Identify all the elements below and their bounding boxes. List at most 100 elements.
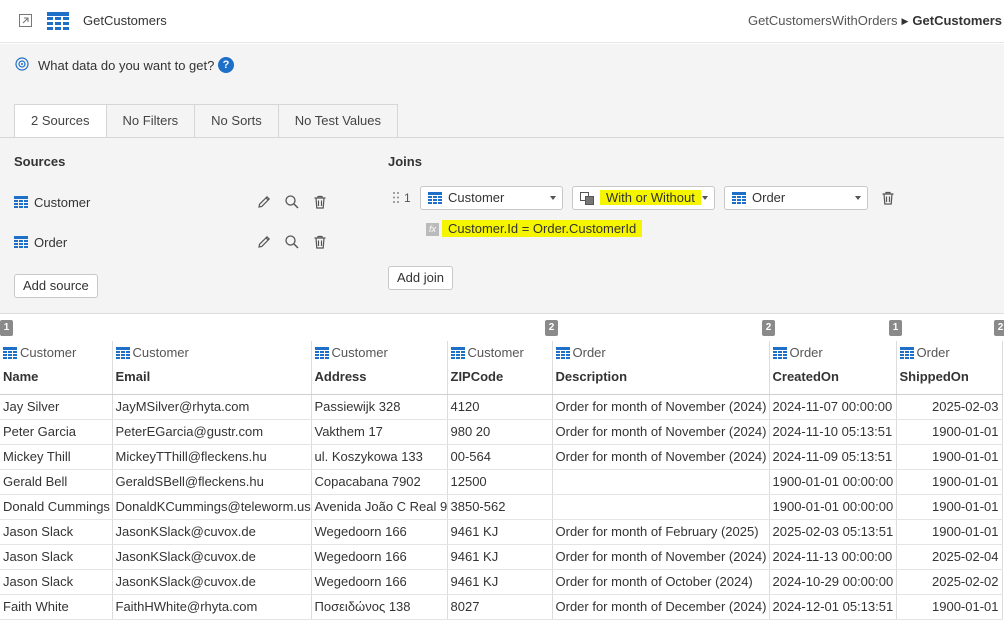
search-icon[interactable]: [284, 194, 300, 210]
delete-icon[interactable]: [312, 194, 328, 210]
add-join-button[interactable]: Add join: [388, 266, 453, 290]
table-cell-zipcode: 9461 KJ: [447, 519, 553, 545]
table-cell-description: Order for month of February (2025): [552, 519, 770, 545]
column-source-label: Customer: [331, 345, 388, 360]
edit-icon[interactable]: [256, 234, 272, 250]
column-field-label: Description: [555, 369, 628, 384]
table-cell-description: Order for month of November (2024): [552, 444, 770, 470]
table-cell-shippedon: 2025-02-04: [896, 544, 1003, 570]
table-cell-zipcode: 9461 KJ: [447, 544, 553, 570]
column-field-label: Name: [3, 369, 39, 384]
tab-sorts[interactable]: No Sorts: [195, 104, 279, 138]
tab-test-values[interactable]: No Test Values: [278, 104, 398, 138]
table-cell-zipcode: 980 20: [447, 419, 553, 445]
table-row[interactable]: Jay Silver JayMSilver@rhyta.com Passiewijk…: [0, 394, 1003, 420]
source-count-badge: 1: [0, 320, 13, 336]
table-icon: [772, 347, 787, 359]
column-field-label: ZIPCode: [450, 369, 504, 384]
table-cell-description: Order for month of November (2024): [552, 394, 770, 420]
chevron-down-icon: [855, 196, 861, 200]
table-cell-name: Jason Slack: [0, 544, 113, 570]
table-cell-email: MickeyTThill@fleckens.hu: [112, 444, 312, 470]
column-field-label: ShippedOn: [899, 369, 969, 384]
tab-filters[interactable]: No Filters: [106, 104, 196, 138]
table-cell-createdon: 2024-11-09 05:13:51: [769, 444, 897, 470]
add-source-button[interactable]: Add source: [14, 274, 98, 298]
join-condition[interactable]: Customer.Id = Order.CustomerId: [442, 220, 643, 237]
table-row[interactable]: Jason Slack JasonKSlack@cuvox.de Wegedoorn…: [0, 569, 1003, 595]
top-bar: GetCustomers GetCustomersWithOrders ▶ GetC…: [0, 0, 1004, 43]
table-cell-name: Jay Silver: [0, 394, 113, 420]
column-source-label: Customer: [132, 345, 189, 360]
breadcrumb-current: GetCustomers: [912, 13, 1002, 28]
table-row[interactable]: Peter Garcia PeterEGarcia@gustr.com Vakthe…: [0, 419, 1003, 445]
table-cell-address: Avenida João C Real 96: [311, 494, 448, 520]
help-icon[interactable]: ?: [218, 57, 234, 73]
table-cell-createdon: 2024-11-07 00:00:00: [769, 394, 897, 420]
tab-sources[interactable]: 2 Sources: [14, 104, 107, 138]
column-field-label: Email: [115, 369, 151, 384]
table-cell-createdon: 1900-01-01 00:00:00: [769, 469, 897, 495]
column-source: Customer: [314, 345, 444, 360]
table-icon: [14, 196, 28, 208]
column-source: Order: [899, 345, 999, 360]
table-cell-shippedon: 1900-01-01: [896, 444, 1003, 470]
table-cell-shippedon: 1900-01-01: [896, 469, 1003, 495]
source-count-badge: 2: [762, 320, 775, 336]
table-cell-email: JasonKSlack@cuvox.de: [112, 569, 312, 595]
table-row[interactable]: Faith White FaithHWhite@rhyta.com Ποσειδών…: [0, 594, 1003, 620]
source-count-badge: 2: [994, 320, 1004, 336]
table-row[interactable]: Donald Cummings DonaldKCummings@teleworm.…: [0, 494, 1003, 520]
delete-icon[interactable]: [312, 234, 328, 250]
target-icon: [15, 57, 29, 71]
column-source-label: Customer: [467, 345, 524, 360]
column-header-zipcode[interactable]: Customer ZIPCode: [447, 341, 553, 395]
column-source-label: Customer: [20, 345, 77, 360]
join-right-entity-select[interactable]: Order: [724, 186, 868, 210]
table-row[interactable]: Jason Slack JasonKSlack@cuvox.de Wegedoorn…: [0, 544, 1003, 570]
table-cell-zipcode: 4120: [447, 394, 553, 420]
table-cell-email: GeraldSBell@fleckens.hu: [112, 469, 312, 495]
table-cell-createdon: 2024-10-29 00:00:00: [769, 569, 897, 595]
table-icon: [115, 347, 130, 359]
table-cell-address: Passiewijk 328: [311, 394, 448, 420]
column-header-createdon[interactable]: Order CreatedOn: [769, 341, 897, 395]
table-cell-name: Peter Garcia: [0, 419, 113, 445]
table-cell-address: Wegedoorn 166: [311, 569, 448, 595]
source-count-badge: 2: [545, 320, 558, 336]
table-icon: [14, 236, 28, 248]
table-row[interactable]: Jason Slack JasonKSlack@cuvox.de Wegedoorn…: [0, 519, 1003, 545]
table-icon: [3, 347, 17, 359]
join-right-entity-value: Order: [752, 190, 786, 205]
source-item-customer[interactable]: Customer: [14, 193, 334, 213]
edit-icon[interactable]: [256, 194, 272, 210]
source-item-order[interactable]: Order: [14, 233, 334, 253]
table-row[interactable]: Gerald Bell GeraldSBell@fleckens.hu Copaca…: [0, 469, 1003, 495]
column-header-address[interactable]: Customer Address: [311, 341, 448, 395]
table-row[interactable]: Mickey Thill MickeyTThill@fleckens.hu ul. …: [0, 444, 1003, 470]
sources-joins-panel: Sources Customer Order Add source Joins …: [0, 138, 1004, 314]
breadcrumb-parent[interactable]: GetCustomersWithOrders: [748, 13, 898, 28]
join-type-select[interactable]: With or Without: [572, 186, 715, 210]
column-header-email[interactable]: Customer Email: [112, 341, 312, 395]
table-cell-shippedon: 1900-01-01: [896, 594, 1003, 620]
column-header-name[interactable]: Customer Name: [0, 341, 113, 395]
table-cell-shippedon: 1900-01-01: [896, 419, 1003, 445]
join-type-icon: [580, 192, 594, 205]
expand-icon[interactable]: [19, 14, 32, 27]
column-source: Order: [772, 345, 893, 360]
join-type-label: With or Without: [600, 190, 701, 205]
join-left-entity-select[interactable]: Customer: [420, 186, 563, 210]
drag-handle-icon[interactable]: [393, 192, 399, 203]
table-cell-address: Wegedoorn 166: [311, 544, 448, 570]
table-icon: [899, 347, 914, 359]
table-cell-name: Donald Cummings: [0, 494, 113, 520]
table-icon: [450, 347, 465, 359]
delete-join-icon[interactable]: [880, 190, 896, 206]
search-icon[interactable]: [284, 234, 300, 250]
table-cell-shippedon: 1900-01-01: [896, 494, 1003, 520]
column-header-shippedon[interactable]: Order ShippedOn: [896, 341, 1003, 395]
table-cell-zipcode: 12500: [447, 469, 553, 495]
table-cell-createdon: 1900-01-01 00:00:00: [769, 494, 897, 520]
column-header-description[interactable]: Order Description: [552, 341, 770, 395]
